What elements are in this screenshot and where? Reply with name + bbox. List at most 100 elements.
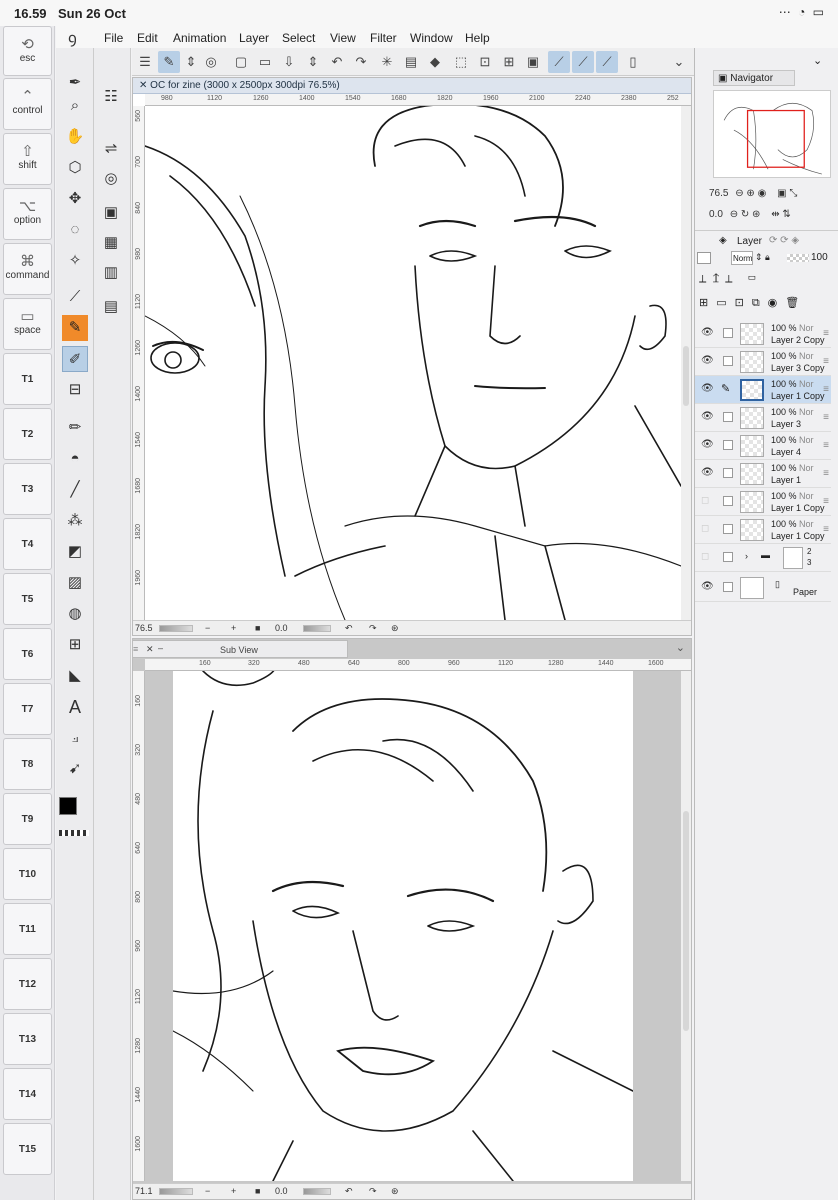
move-icon[interactable]: ✥ (62, 186, 88, 212)
crop-icon[interactable]: ⊡ (474, 51, 496, 73)
edit-canvas-icon[interactable]: ✎ (158, 51, 180, 73)
menu-filter[interactable]: Filter (370, 31, 397, 45)
layer-checkbox[interactable] (723, 468, 733, 478)
drag-handle-icon[interactable]: ≡ (133, 644, 138, 654)
drag-handle-icon[interactable]: ≡ (823, 412, 829, 423)
shortcut-key-t3[interactable]: T3 (3, 463, 52, 515)
navigator-zoom-value[interactable]: 76.5 (709, 188, 728, 199)
shortcut-key-t6[interactable]: T6 (3, 628, 52, 680)
shortcut-key-t14[interactable]: T14 (3, 1068, 52, 1120)
eye-icon[interactable]: 👁︎ (701, 581, 714, 592)
layer-row[interactable]: 👁︎ 100 % Nor Layer 4 ≡ (695, 432, 831, 460)
rotate-left-icon[interactable]: ↶ (345, 1186, 353, 1197)
layer-row[interactable]: ◻ 100 % Nor Layer 1 Copy ≡ (695, 516, 831, 544)
eye-hidden-icon[interactable]: ◻ (701, 551, 709, 562)
device-icon[interactable]: ▯ (622, 51, 644, 73)
vertical-scrollbar[interactable] (681, 671, 691, 1181)
redo-icon[interactable]: ↷ (350, 51, 372, 73)
shortcut-key-t10[interactable]: T10 (3, 848, 52, 900)
scroll-thumb[interactable] (683, 811, 689, 1031)
zoom-in-icon[interactable]: + (231, 1186, 236, 1196)
menu-view[interactable]: View (330, 31, 356, 45)
undo-redo-icon[interactable]: ⇕ (302, 51, 324, 73)
eraser-icon[interactable]: ◩ (62, 539, 88, 565)
layer-checkbox[interactable] (723, 440, 733, 450)
zoom-value[interactable]: 76.5 (135, 623, 153, 633)
reset-rotation-icon[interactable]: ⊛ (391, 623, 399, 634)
transparent-color-icon[interactable] (59, 830, 89, 836)
drag-handle-icon[interactable]: ≡ (823, 440, 829, 451)
flip-horizontal-icon[interactable]: ⇹ (771, 209, 779, 220)
shortcut-key-t2[interactable]: T2 (3, 408, 52, 460)
fit-window-icon[interactable]: ⤡ (789, 188, 797, 199)
layer-row[interactable]: ◻ 100 % Nor Layer 1 Copy ≡ (695, 488, 831, 516)
rotate-left-icon[interactable]: ↶ (345, 623, 353, 634)
undo-icon[interactable]: ↶ (326, 51, 348, 73)
close-icon[interactable]: ✕ (139, 80, 150, 91)
decoration-icon[interactable]: ✏ (62, 415, 88, 441)
option-key[interactable]: ⌥ option (3, 188, 52, 240)
layer-checkbox[interactable] (723, 524, 733, 534)
line-icon[interactable]: ╱ (62, 477, 88, 503)
shortcut-key-t1[interactable]: T1 (3, 353, 52, 405)
layer-checkbox[interactable] (723, 412, 733, 422)
shortcut-key-t13[interactable]: T13 (3, 1013, 52, 1065)
menu-help[interactable]: Help (465, 31, 490, 45)
app-logo-icon[interactable]: ꝯ (68, 28, 77, 48)
save-icon[interactable]: ⇩ (278, 51, 300, 73)
magic-wand-icon[interactable]: ✧ (62, 248, 88, 274)
rotate-right-icon[interactable]: ↷ (369, 1186, 377, 1197)
layer-checkbox[interactable] (723, 356, 733, 366)
drag-handle-icon[interactable]: ≡ (823, 384, 829, 395)
clip-studio-icon[interactable]: ◎ (200, 51, 222, 73)
menu-hamburger-icon[interactable]: ☰ (134, 51, 156, 73)
layer-row-selected[interactable]: 👁︎ ✎ 100 % Nor Layer 1 Copy ≡ (695, 376, 831, 404)
navigator-rotation-value[interactable]: 0.0 (709, 209, 723, 220)
pen-icon[interactable]: ✎ (62, 315, 88, 341)
eye-icon[interactable]: 👁︎ (701, 467, 714, 478)
zoom-slider[interactable] (159, 1188, 193, 1195)
shortcut-key-t15[interactable]: T15 (3, 1123, 52, 1175)
eye-icon[interactable]: 👁︎ (701, 411, 714, 422)
shortcut-key-t9[interactable]: T9 (3, 793, 52, 845)
animation-icon[interactable]: ▥ (98, 260, 124, 286)
vertical-scrollbar[interactable] (681, 106, 691, 620)
chevron-down-icon[interactable]: ⌄ (668, 51, 690, 73)
control-key[interactable]: ⌃ control (3, 78, 52, 130)
blend-mode-select[interactable]: Norm (731, 251, 753, 265)
eye-icon[interactable]: 👁︎ (701, 439, 714, 450)
brush-icon[interactable]: ⊟ (62, 377, 88, 403)
flip-vertical-icon[interactable]: ⇅ (782, 209, 790, 220)
figure-icon[interactable]: ◣ (62, 663, 88, 689)
snap-to-special-ruler-icon[interactable]: ⟋ (572, 51, 594, 73)
layer-row[interactable]: 👁︎ 100 % Nor Layer 1 ≡ (695, 460, 831, 488)
shortcut-key-t11[interactable]: T11 (3, 903, 52, 955)
layer-option-icons[interactable]: ⟂↥⊥ ▭ (699, 273, 762, 286)
menu-window[interactable]: Window (410, 31, 453, 45)
chevron-right-icon[interactable]: › (745, 551, 748, 561)
rotate-right-icon[interactable]: ↻ (741, 209, 749, 220)
history-icon[interactable]: ⇌ (98, 136, 124, 162)
menu-edit[interactable]: Edit (137, 31, 158, 45)
chevron-down-icon[interactable]: ⌄ (676, 641, 685, 654)
main-color-swatch[interactable] (59, 797, 77, 815)
lasso-icon[interactable]: ◌ (62, 217, 88, 243)
sub-view-reference-image[interactable] (173, 671, 633, 1181)
paper-layer-row[interactable]: 👁︎ ▯ Paper (695, 574, 831, 602)
rotate-left-icon[interactable]: ⊖ (730, 209, 738, 220)
layer-row[interactable]: 👁︎ 100 % Nor Layer 3 Copy ≡ (695, 348, 831, 376)
layer-checkbox[interactable] (723, 552, 733, 562)
fit-icon[interactable]: ◉ (758, 188, 767, 199)
chevron-updown-icon[interactable]: ⇕ (180, 51, 202, 73)
airbrush-icon[interactable]: ⁂ (62, 508, 88, 534)
tab-icons[interactable]: ⟳ ⟳ ◈ (769, 235, 799, 246)
fill-icon[interactable]: ◆ (424, 51, 446, 73)
scroll-thumb[interactable] (683, 346, 689, 406)
drag-handle-icon[interactable]: ≡ (823, 356, 829, 367)
canvas-artwork-sketch[interactable] (145, 106, 681, 620)
layer-action-icons[interactable]: ⊞▭⊡⧉◉🗑︎ (699, 296, 807, 310)
rotation-slider[interactable] (303, 625, 331, 632)
loading-spinner-icon[interactable]: ✳ (376, 51, 398, 73)
lock-icons[interactable]: ⇕ 🔒︎ (755, 252, 770, 263)
eye-hidden-icon[interactable]: ◻ (701, 523, 709, 534)
